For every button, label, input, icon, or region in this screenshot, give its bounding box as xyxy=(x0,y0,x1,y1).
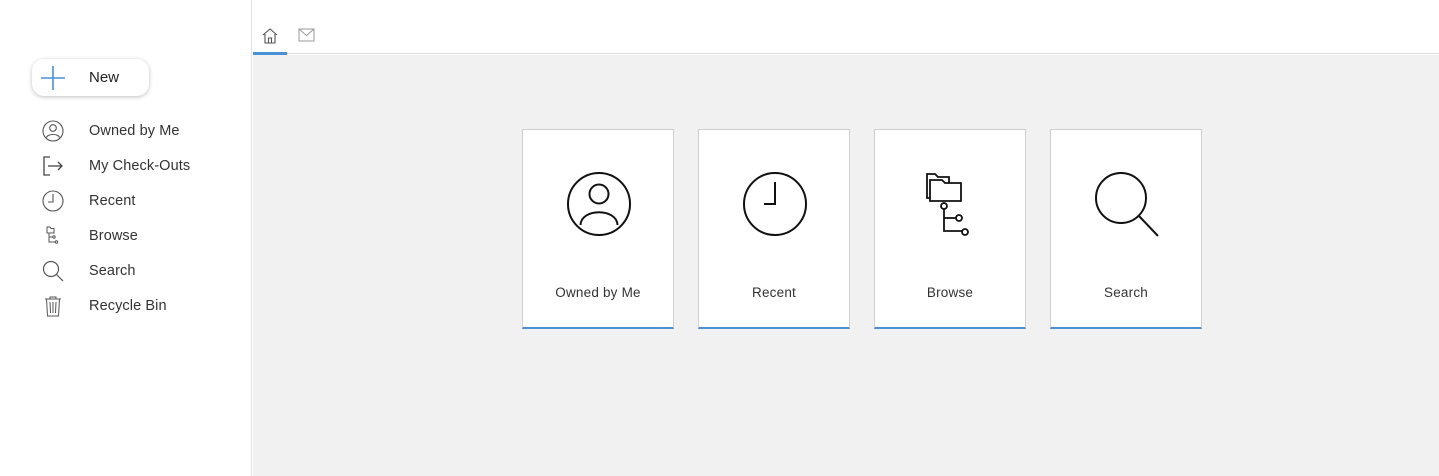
card-grid: Owned by Me Recent Browse Search xyxy=(522,129,1202,329)
folder-tree-icon xyxy=(926,173,969,236)
sidebar-item-label: My Check-Outs xyxy=(89,157,191,174)
card-owned-by-me[interactable]: Owned by Me xyxy=(522,129,674,329)
card-label: Browse xyxy=(926,285,974,300)
sidebar-item-owned-by-me[interactable]: Owned by Me xyxy=(0,113,252,148)
user-circle-icon xyxy=(567,172,631,236)
trash-icon xyxy=(41,294,65,318)
clock-icon xyxy=(41,189,65,213)
sidebar-item-search[interactable]: Search xyxy=(0,253,252,288)
user-circle-icon xyxy=(41,119,65,143)
search-icon xyxy=(1095,172,1159,237)
sidebar-item-label: Recycle Bin xyxy=(89,297,167,314)
sidebar-item-browse[interactable]: Browse xyxy=(0,218,252,253)
sidebar-item-label: Recent xyxy=(89,192,136,209)
tab-mail[interactable] xyxy=(289,22,323,54)
card-recent[interactable]: Recent xyxy=(698,129,850,329)
card-search[interactable]: Search xyxy=(1050,129,1202,329)
card-label: Recent xyxy=(752,285,796,300)
search-icon xyxy=(41,259,65,283)
check-out-icon xyxy=(41,154,65,178)
card-label: Owned by Me xyxy=(555,285,641,300)
folder-tree-icon xyxy=(41,224,65,248)
tab-bar xyxy=(253,0,1439,55)
sidebar-item-label: Browse xyxy=(89,227,138,244)
clock-icon xyxy=(743,172,807,236)
sidebar-item-recent[interactable]: Recent xyxy=(0,183,252,218)
tab-home[interactable] xyxy=(253,22,287,55)
card-label: Search xyxy=(1104,285,1148,300)
sidebar: New Owned by Me My Check-Outs Recent Bro… xyxy=(0,0,252,476)
plus-icon xyxy=(41,65,65,90)
sidebar-item-my-check-outs[interactable]: My Check-Outs xyxy=(0,148,252,183)
mail-icon xyxy=(298,28,314,42)
new-button[interactable]: New xyxy=(32,59,149,96)
main-content: Owned by Me Recent Browse Search xyxy=(253,55,1439,476)
card-browse[interactable]: Browse xyxy=(874,129,1026,329)
sidebar-item-label: Search xyxy=(89,262,136,279)
new-button-label: New xyxy=(89,69,120,86)
home-icon xyxy=(262,28,278,44)
sidebar-item-label: Owned by Me xyxy=(89,122,180,139)
sidebar-item-recycle-bin[interactable]: Recycle Bin xyxy=(0,288,252,323)
sidebar-nav: Owned by Me My Check-Outs Recent Browse … xyxy=(0,113,252,323)
